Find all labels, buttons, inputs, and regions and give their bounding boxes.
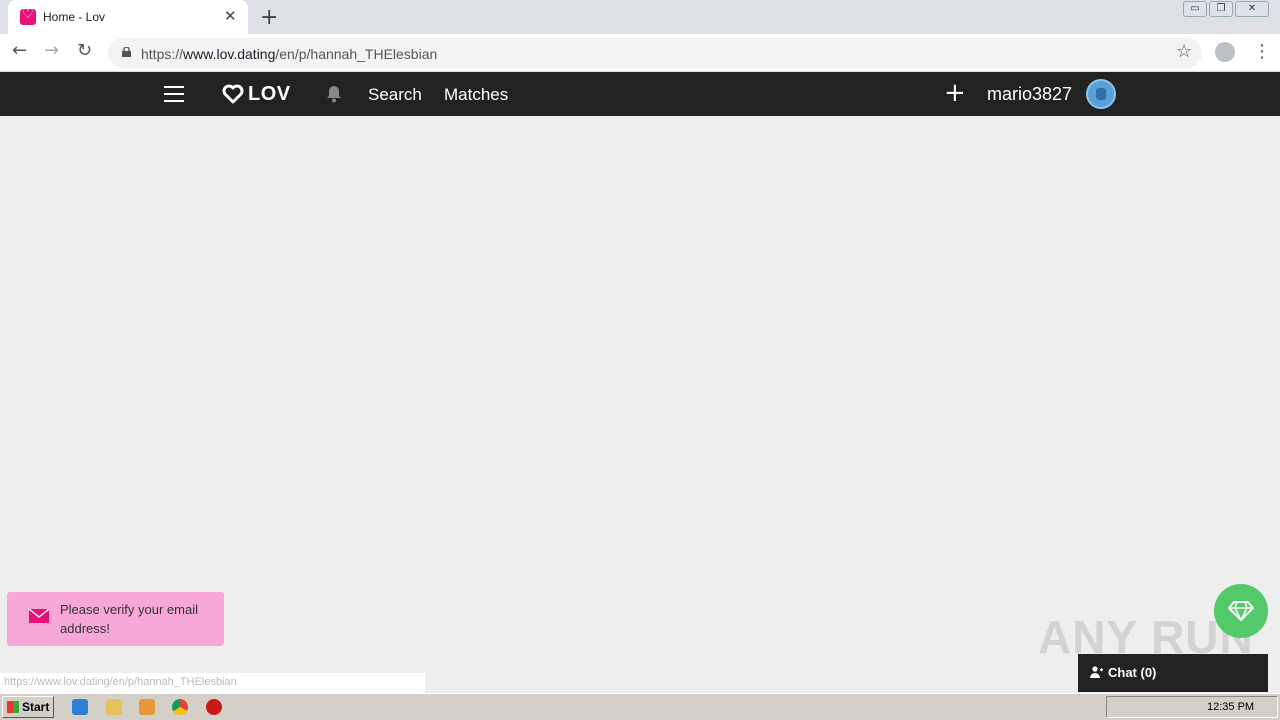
tab-title: Home - Lov xyxy=(43,10,106,24)
back-arrow-icon[interactable]: ← xyxy=(12,40,27,61)
verify-email-notification[interactable]: Please verify your email address! xyxy=(7,592,224,646)
restore-button[interactable]: ❐ xyxy=(1209,1,1233,17)
lock-icon xyxy=(122,47,131,57)
site-header: LOV Search Matches + mario3827 xyxy=(0,72,1280,116)
browser-tab[interactable]: Home - Lov ✕ xyxy=(8,0,248,34)
address-bar[interactable]: https://www.lov.dating/en/p/hannah_THEle… xyxy=(108,38,1202,68)
chrome-icon[interactable] xyxy=(172,699,188,715)
antivirus-icon[interactable] xyxy=(206,699,222,715)
status-bar-url: https://www.lov.dating/en/p/hannah_THEle… xyxy=(0,673,425,693)
ie-icon[interactable] xyxy=(72,699,88,715)
nav-matches-link[interactable]: Matches xyxy=(444,85,508,105)
minimize-button[interactable]: ▭ xyxy=(1183,1,1207,17)
site-logo[interactable]: LOV xyxy=(222,82,291,106)
verify-email-text: Please verify your email address! xyxy=(60,602,198,636)
browser-tabstrip: Home - Lov ✕ + ▭ ❐ ✕ xyxy=(0,0,1280,34)
users-icon xyxy=(1090,666,1103,678)
close-window-button[interactable]: ✕ xyxy=(1235,1,1269,17)
start-button[interactable]: Start xyxy=(2,696,54,718)
system-tray: 12:35 PM xyxy=(1106,696,1278,718)
new-tab-button[interactable]: + xyxy=(260,5,278,30)
tab-close-icon[interactable]: ✕ xyxy=(224,8,237,24)
reload-icon[interactable]: ↻ xyxy=(77,40,92,61)
username[interactable]: mario3827 xyxy=(987,84,1072,105)
diamond-icon xyxy=(1228,601,1254,622)
browser-toolbar: ← → ↻ https://www.lov.dating/en/p/hannah… xyxy=(0,34,1280,72)
lov-favicon-icon xyxy=(20,7,36,25)
folder-icon[interactable] xyxy=(106,699,122,715)
forward-arrow-icon[interactable]: → xyxy=(44,40,59,61)
start-label: Start xyxy=(22,700,50,714)
chat-label: Chat (0) xyxy=(1108,665,1157,680)
windows-logo-icon xyxy=(7,701,19,713)
mail-icon xyxy=(29,609,49,623)
avatar[interactable] xyxy=(1086,79,1116,109)
bell-icon[interactable] xyxy=(326,85,342,103)
nav-search-link[interactable]: Search xyxy=(368,85,422,105)
plus-icon[interactable]: + xyxy=(944,79,966,107)
page-body: Please verify your email address! https:… xyxy=(0,116,1280,693)
hamburger-menu-icon[interactable] xyxy=(164,86,184,102)
profile-icon[interactable] xyxy=(1215,42,1235,62)
media-player-icon[interactable] xyxy=(139,699,155,715)
windows-taskbar: Start 12:35 PM xyxy=(0,693,1280,720)
url-text: https://www.lov.dating/en/p/hannah_THEle… xyxy=(141,46,438,62)
bookmark-star-icon[interactable]: ☆ xyxy=(1176,41,1192,62)
heart-logo-icon xyxy=(222,84,244,104)
chat-bar[interactable]: Chat (0) xyxy=(1078,654,1268,692)
premium-gem-button[interactable] xyxy=(1214,584,1268,638)
logo-text: LOV xyxy=(248,82,291,105)
browser-menu-icon[interactable]: ⋮ xyxy=(1253,41,1271,62)
clock: 12:35 PM xyxy=(1207,701,1255,713)
